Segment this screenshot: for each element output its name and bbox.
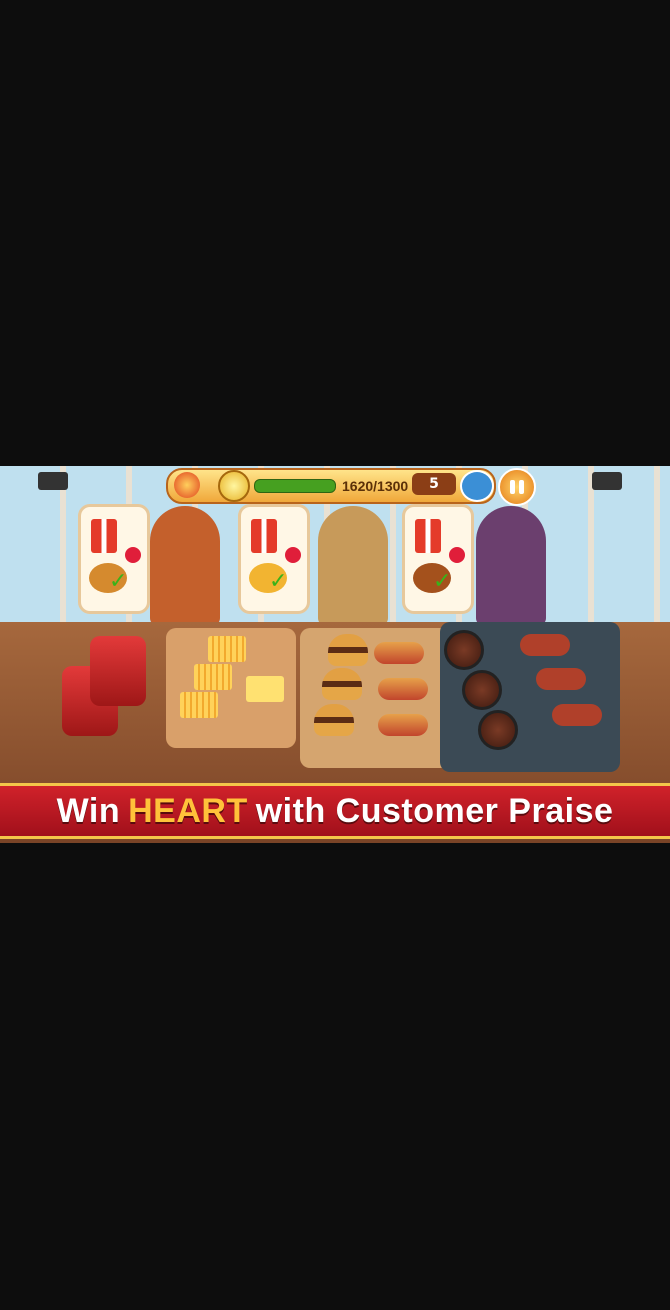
banner-suffix: with Customer Praise xyxy=(255,791,614,830)
cheese-item[interactable] xyxy=(246,676,284,702)
customer-old-lady[interactable] xyxy=(476,506,546,626)
grill xyxy=(440,622,620,772)
order-bubble[interactable]: ✓ xyxy=(402,504,474,614)
fries-item[interactable] xyxy=(180,692,218,718)
pause-button[interactable] xyxy=(498,468,536,506)
check-icon: ✓ xyxy=(433,569,452,594)
hotdog-item[interactable] xyxy=(378,714,428,736)
banner-highlight: HEART xyxy=(128,791,248,830)
cola-icon xyxy=(415,519,441,553)
game-scene[interactable]: 1620/1300 5 ✓ ✓ ✓ Win HEART with Custome… xyxy=(0,466,670,843)
customer-old-man[interactable] xyxy=(318,506,388,626)
patty-item[interactable] xyxy=(462,670,502,710)
progress-bar xyxy=(254,479,336,493)
burger-item[interactable] xyxy=(328,634,368,666)
check-icon: ✓ xyxy=(269,569,288,594)
banner-text: Win HEART with Customer Praise xyxy=(57,792,614,831)
sausage-item[interactable] xyxy=(536,668,586,690)
speaker-icon xyxy=(592,472,622,490)
sausage-item[interactable] xyxy=(552,704,602,726)
hotdog-item[interactable] xyxy=(378,678,428,700)
score-text: 1620/1300 xyxy=(342,478,409,494)
cola-icon xyxy=(91,519,117,553)
burger-item[interactable] xyxy=(314,704,354,736)
burger-item[interactable] xyxy=(322,668,362,700)
customer-count: 5 xyxy=(412,473,456,495)
fries-tray xyxy=(166,628,296,748)
speaker-icon xyxy=(38,472,68,490)
flame-icon[interactable] xyxy=(174,472,200,498)
hotdog-item[interactable] xyxy=(374,642,424,664)
cola-machine[interactable] xyxy=(90,636,146,706)
heart-icon xyxy=(125,547,141,563)
fries-item[interactable] xyxy=(194,664,232,690)
burger-tray xyxy=(300,628,450,768)
pause-icon xyxy=(510,480,515,494)
patty-item[interactable] xyxy=(444,630,484,670)
cola-icon xyxy=(251,519,277,553)
heart-icon xyxy=(285,547,301,563)
customer-farmer[interactable] xyxy=(150,506,220,626)
check-icon: ✓ xyxy=(109,569,128,594)
heart-icon xyxy=(449,547,465,563)
coin-icon xyxy=(218,470,250,502)
banner-prefix: Win xyxy=(56,791,121,830)
pause-icon xyxy=(519,480,524,494)
top-hud: 1620/1300 5 xyxy=(166,468,496,504)
sausage-item[interactable] xyxy=(520,634,570,656)
order-bubble[interactable]: ✓ xyxy=(238,504,310,614)
order-bubble[interactable]: ✓ xyxy=(78,504,150,614)
promo-banner: Win HEART with Customer Praise xyxy=(0,783,670,839)
people-icon xyxy=(460,470,494,502)
fries-item[interactable] xyxy=(208,636,246,662)
patty-item[interactable] xyxy=(478,710,518,750)
